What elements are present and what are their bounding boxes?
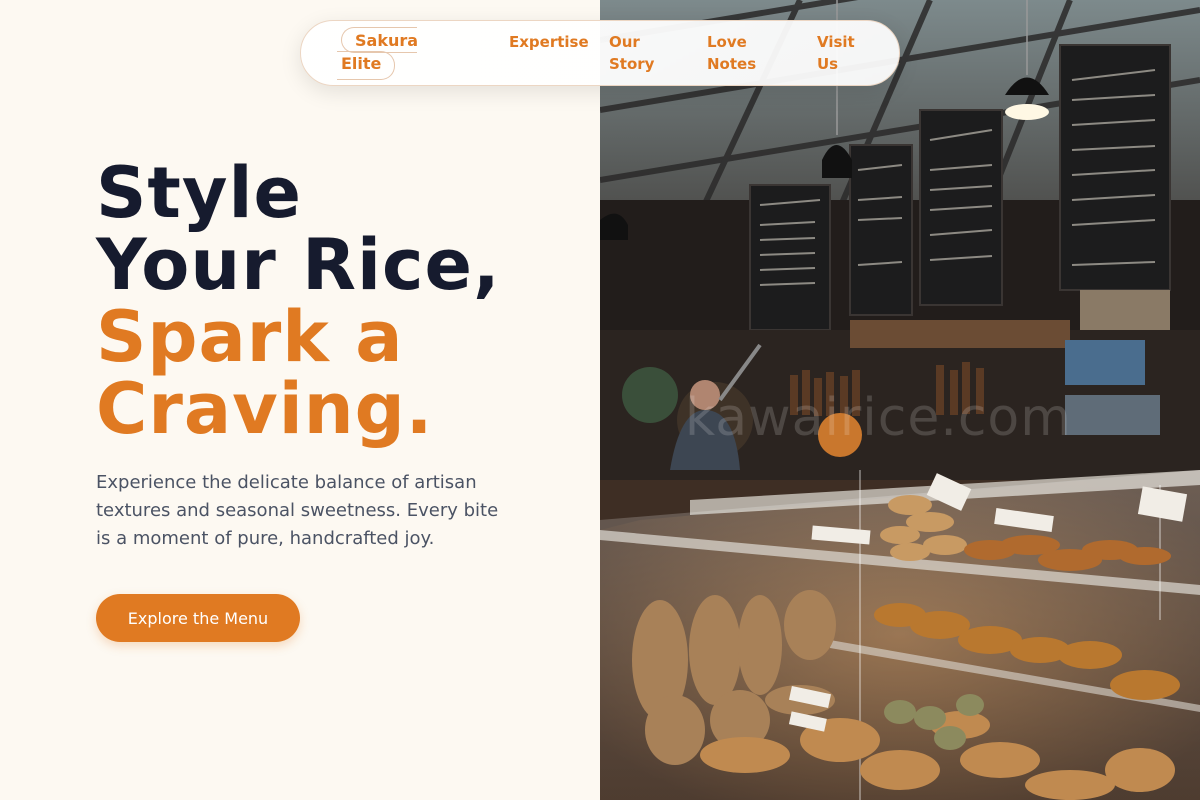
headline-line-3: Spark a [96, 296, 404, 378]
brand-name-line2: Elite [341, 54, 382, 73]
nav-link-visit-us[interactable]: Visit Us [817, 31, 865, 75]
top-navigation: Sakura Elite Expertise Our Story Love No… [300, 20, 900, 86]
headline-line-1: Style [96, 152, 302, 234]
hero-description: Experience the delicate balance of artis… [96, 472, 499, 549]
nav-link-expertise[interactable]: Expertise [509, 31, 589, 53]
explore-menu-button[interactable]: Explore the Menu [96, 594, 300, 642]
headline-line-4: Craving. [96, 368, 434, 450]
hero-photo: kawairice.com [600, 0, 1200, 800]
hero-headline: Style Your Rice, Spark a Craving. [96, 157, 501, 445]
nav-link-love-notes[interactable]: Love Notes [707, 31, 767, 75]
brand-name-line1: Sakura [355, 31, 419, 50]
nav-link-our-story[interactable]: Our Story [609, 31, 669, 75]
bakery-counter-illustration [600, 0, 1200, 800]
headline-line-2: Your Rice, [96, 224, 501, 306]
brand-logo[interactable]: Sakura Elite [341, 29, 421, 75]
